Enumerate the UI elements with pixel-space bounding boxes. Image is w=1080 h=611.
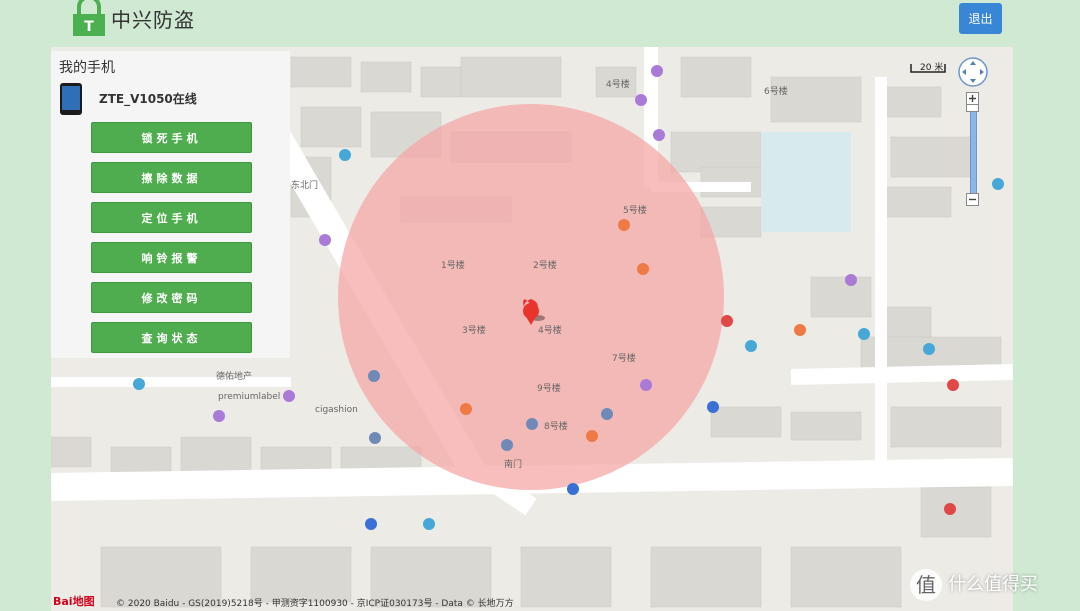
- building-label: 3号楼: [462, 326, 486, 336]
- watermark-badge-icon: 值: [910, 569, 942, 601]
- building-label: 4号楼: [538, 326, 562, 336]
- poi-label: premiumlabel: [218, 392, 281, 402]
- query-status-button[interactable]: 查询状态: [91, 322, 252, 353]
- logout-button[interactable]: 退出: [959, 3, 1002, 34]
- building-label: 4号楼: [606, 80, 630, 90]
- zoom-slider-handle[interactable]: [966, 104, 979, 112]
- map-pan-control-icon[interactable]: [957, 56, 989, 88]
- poi-label: cigashion: [315, 405, 358, 415]
- device-panel: 我的手机 ZTE_V1050在线 锁死手机 擦除数据 定位手机 响铃报警 修改密…: [51, 51, 290, 358]
- building-label: 5号楼: [623, 206, 647, 216]
- panel-title: 我的手机: [59, 60, 115, 76]
- map-copyright: © 2020 Baidu - GS(2019)5218号 - 甲测资字11009…: [116, 599, 514, 609]
- ring-alarm-button[interactable]: 响铃报警: [91, 242, 252, 273]
- poi-label: 南门: [504, 460, 523, 470]
- baidu-map-logo: Bai地图: [53, 595, 95, 608]
- building-label: 7号楼: [612, 354, 636, 364]
- wipe-data-button[interactable]: 擦除数据: [91, 162, 252, 193]
- map-scale-label: 20 米: [920, 63, 944, 73]
- poi-label: 东北门: [291, 181, 319, 191]
- location-accuracy-circle: [338, 104, 724, 490]
- locate-phone-button[interactable]: 定位手机: [91, 202, 252, 233]
- device-name: ZTE_V1050在线: [99, 92, 197, 106]
- app-title: 中兴防盗: [111, 8, 195, 32]
- building-label: 1号楼: [441, 261, 465, 271]
- zoom-out-icon[interactable]: [966, 193, 979, 206]
- building-label: 8号楼: [544, 422, 568, 432]
- poi-label: 德佑地产: [216, 372, 253, 382]
- zoom-slider-track[interactable]: [970, 107, 977, 194]
- building-label: 2号楼: [533, 261, 557, 271]
- lock-logo-icon: T: [73, 0, 105, 36]
- svg-text:T: T: [84, 19, 94, 35]
- app-header: T 中兴防盗 退出: [0, 0, 1080, 46]
- lock-phone-button[interactable]: 锁死手机: [91, 122, 252, 153]
- building-label: 9号楼: [537, 384, 561, 394]
- change-password-button[interactable]: 修改密码: [91, 282, 252, 313]
- building-label: 6号楼: [764, 87, 788, 97]
- phone-icon: [60, 83, 82, 115]
- watermark-text: 什么值得买: [948, 574, 1038, 595]
